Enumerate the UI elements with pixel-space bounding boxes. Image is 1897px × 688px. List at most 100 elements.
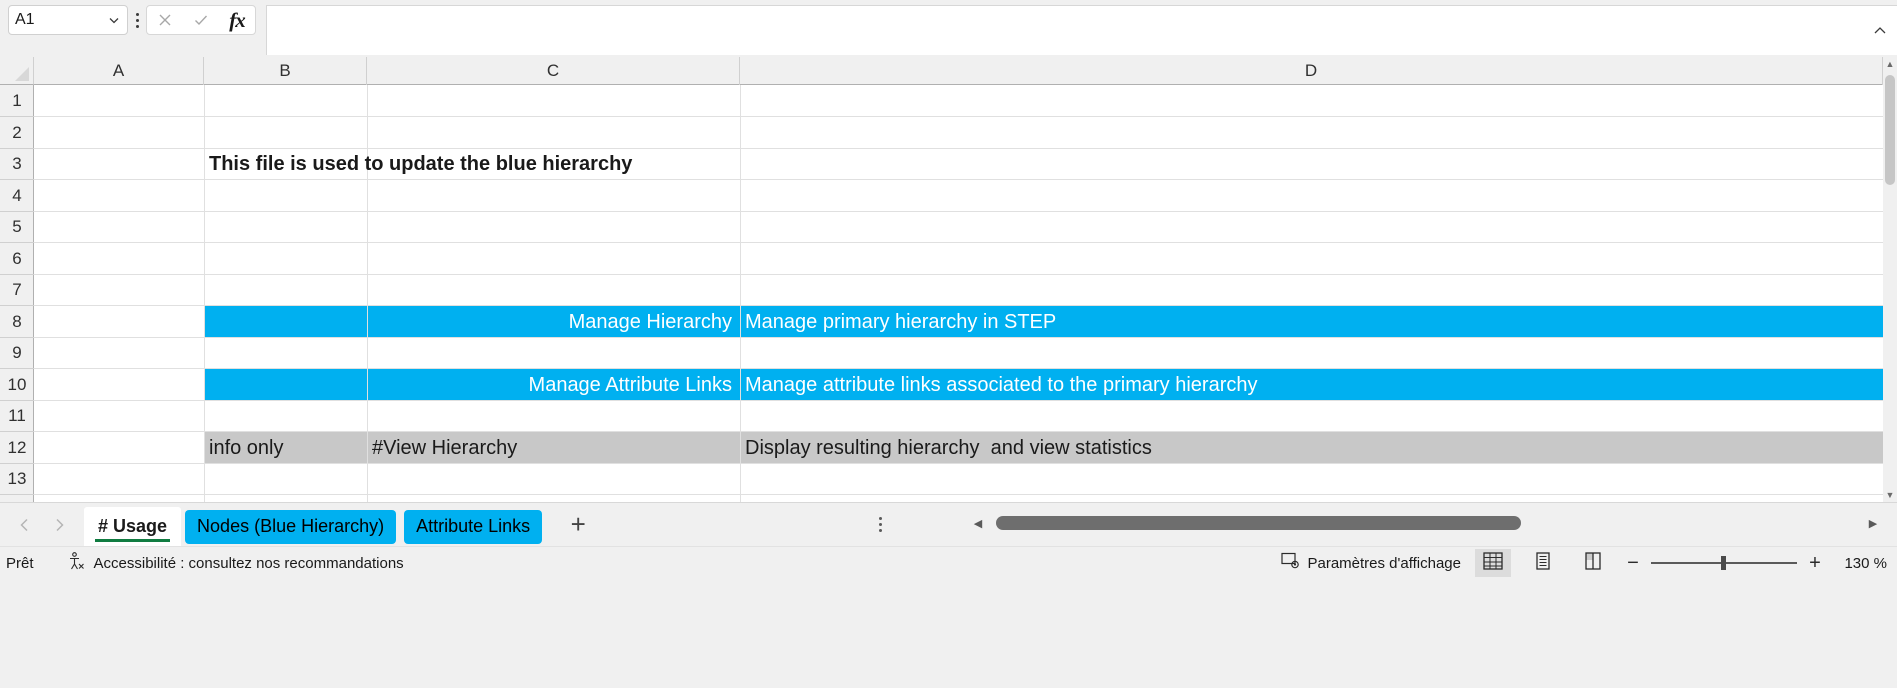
row-header-10[interactable]: 10: [0, 369, 34, 401]
column-headers: A B C D: [34, 57, 1883, 85]
row-gridline: [34, 116, 1883, 117]
row-header-7[interactable]: 7: [0, 275, 34, 306]
cell-b3[interactable]: This file is used to update the blue hie…: [204, 149, 1883, 180]
column-header-a[interactable]: A: [34, 57, 204, 85]
row-gridline: [34, 494, 1883, 495]
column-header-c[interactable]: C: [367, 57, 740, 85]
column-header-label: D: [1304, 61, 1318, 80]
row-header-9[interactable]: 9: [0, 338, 34, 369]
sheet-tab-label: Attribute Links: [416, 516, 531, 536]
chevron-right-icon[interactable]: [42, 508, 76, 542]
select-all-corner[interactable]: [0, 57, 34, 85]
sheet-tabs-more-options[interactable]: [870, 508, 890, 542]
row-headers: 1 2 3 4 5 6 7 8 9 10 11 12 13: [0, 85, 34, 502]
row-header-label: 5: [12, 217, 22, 236]
zoom-control[interactable]: − + 130 %: [1625, 552, 1887, 575]
zoom-out-button[interactable]: −: [1625, 552, 1641, 575]
formula-input[interactable]: [266, 5, 1863, 55]
zoom-slider[interactable]: [1651, 556, 1797, 570]
vertical-scroll-thumb[interactable]: [1885, 75, 1895, 185]
triangle-right-icon[interactable]: ▶: [1863, 517, 1883, 530]
add-sheet-button[interactable]: +: [556, 505, 600, 545]
row-header-3[interactable]: 3: [0, 149, 34, 180]
sheet-tab-label: Nodes (Blue Hierarchy): [197, 516, 385, 536]
formula-bar: A1 fx: [0, 0, 1897, 57]
column-header-label: B: [279, 61, 291, 80]
display-settings-button[interactable]: Paramètres d'affichage: [1281, 552, 1461, 575]
accessibility-label: Accessibilité : consultez nos recommanda…: [93, 554, 404, 572]
cell-d8[interactable]: Manage primary hierarchy in STEP: [740, 306, 1883, 338]
row-header-label: 4: [12, 185, 22, 205]
row-header-label: 11: [8, 406, 26, 425]
column-header-b[interactable]: B: [204, 57, 367, 85]
status-bar: Prêt Accessibilité : consultez nos recom…: [0, 546, 1897, 688]
row-header-1[interactable]: 1: [0, 85, 34, 117]
row-header-label: 12: [7, 437, 27, 457]
grid-cells[interactable]: This file is used to update the blue hie…: [34, 85, 1883, 502]
vertical-dots-icon: [878, 517, 882, 520]
row-gridline: [34, 211, 1883, 212]
row-header-12[interactable]: 12: [0, 432, 34, 464]
triangle-left-icon[interactable]: ◀: [968, 517, 988, 530]
cell-c10[interactable]: Manage Attribute Links: [367, 369, 732, 401]
column-header-label: A: [112, 61, 125, 80]
accessibility-icon: [66, 551, 86, 576]
row-header-13[interactable]: 13: [0, 464, 34, 495]
fx-icon[interactable]: fx: [222, 7, 252, 33]
row-header-label: 7: [12, 280, 22, 299]
sheet-tab-2[interactable]: Attribute Links: [404, 509, 543, 544]
row-header-label: 8: [12, 311, 22, 331]
chevron-down-icon[interactable]: [107, 13, 121, 27]
row-header-label: 6: [12, 248, 22, 268]
page-layout-icon: [1532, 551, 1554, 576]
view-page-layout-button[interactable]: [1525, 549, 1561, 577]
row-header-label: 1: [12, 90, 22, 110]
row-header-8[interactable]: 8: [0, 306, 34, 338]
cell-d10[interactable]: Manage attribute links associated to the…: [740, 369, 1883, 401]
accessibility-status[interactable]: Accessibilité : consultez nos recommanda…: [66, 551, 404, 576]
zoom-level-label[interactable]: 130 %: [1833, 555, 1887, 572]
horizontal-scrollbar[interactable]: ◀ ▶: [968, 511, 1883, 535]
row-header-6[interactable]: 6: [0, 243, 34, 275]
sheet-tabs: # Usage Nodes (Blue Hierarchy) Attribute L…: [84, 503, 546, 547]
name-box[interactable]: A1: [8, 5, 128, 35]
column-header-d[interactable]: D: [740, 57, 1883, 85]
row-header-2[interactable]: 2: [0, 117, 34, 149]
display-settings-label: Paramètres d'affichage: [1307, 554, 1461, 572]
triangle-up-icon[interactable]: ▲: [1883, 57, 1897, 71]
view-page-break-button[interactable]: [1575, 549, 1611, 577]
row-gridline: [34, 242, 1883, 243]
row-header-4[interactable]: 4: [0, 180, 34, 212]
display-settings-icon: [1281, 552, 1301, 575]
chevron-up-icon[interactable]: [1863, 5, 1897, 55]
spreadsheet-grid[interactable]: ABCD 1 2 3 4 5 6 7 8 9 10 11 12 13 This file is used…: [0, 57, 1897, 502]
sheet-tab-0[interactable]: # Usage: [84, 506, 182, 547]
triangle-down-icon[interactable]: ▼: [1883, 488, 1897, 502]
row-header-label: 2: [12, 122, 22, 142]
row-gridline: [34, 274, 1883, 275]
page-break-icon: [1582, 551, 1604, 576]
zoom-slider-thumb[interactable]: [1721, 556, 1726, 570]
horizontal-scroll-track[interactable]: [988, 516, 1863, 530]
sheet-tab-label: # Usage: [98, 516, 168, 536]
cell-d12[interactable]: Display resulting hierarchy and view sta…: [740, 432, 1883, 464]
name-box-value: A1: [15, 11, 35, 28]
row-header-label: 3: [12, 154, 22, 173]
vertical-dots-icon: [135, 12, 139, 16]
row-header-label: 13: [7, 469, 27, 488]
check-icon[interactable]: [186, 7, 216, 33]
cell-c8[interactable]: Manage Hierarchy: [367, 306, 732, 338]
zoom-in-button[interactable]: +: [1807, 552, 1823, 575]
row-header-11[interactable]: 11: [0, 401, 34, 432]
sheet-tab-1[interactable]: Nodes (Blue Hierarchy): [185, 509, 397, 544]
close-icon[interactable]: [150, 7, 180, 33]
sheet-nav-arrows: [8, 508, 76, 542]
formula-bar-more-options[interactable]: [128, 5, 146, 35]
view-normal-button[interactable]: [1475, 549, 1511, 577]
horizontal-scroll-thumb[interactable]: [996, 516, 1521, 530]
formula-action-buttons: fx: [146, 5, 256, 35]
chevron-left-icon[interactable]: [8, 508, 42, 542]
row-header-5[interactable]: 5: [0, 212, 34, 243]
grid-view-icon: [1482, 551, 1504, 576]
vertical-scrollbar[interactable]: ▲ ▼: [1883, 57, 1897, 502]
